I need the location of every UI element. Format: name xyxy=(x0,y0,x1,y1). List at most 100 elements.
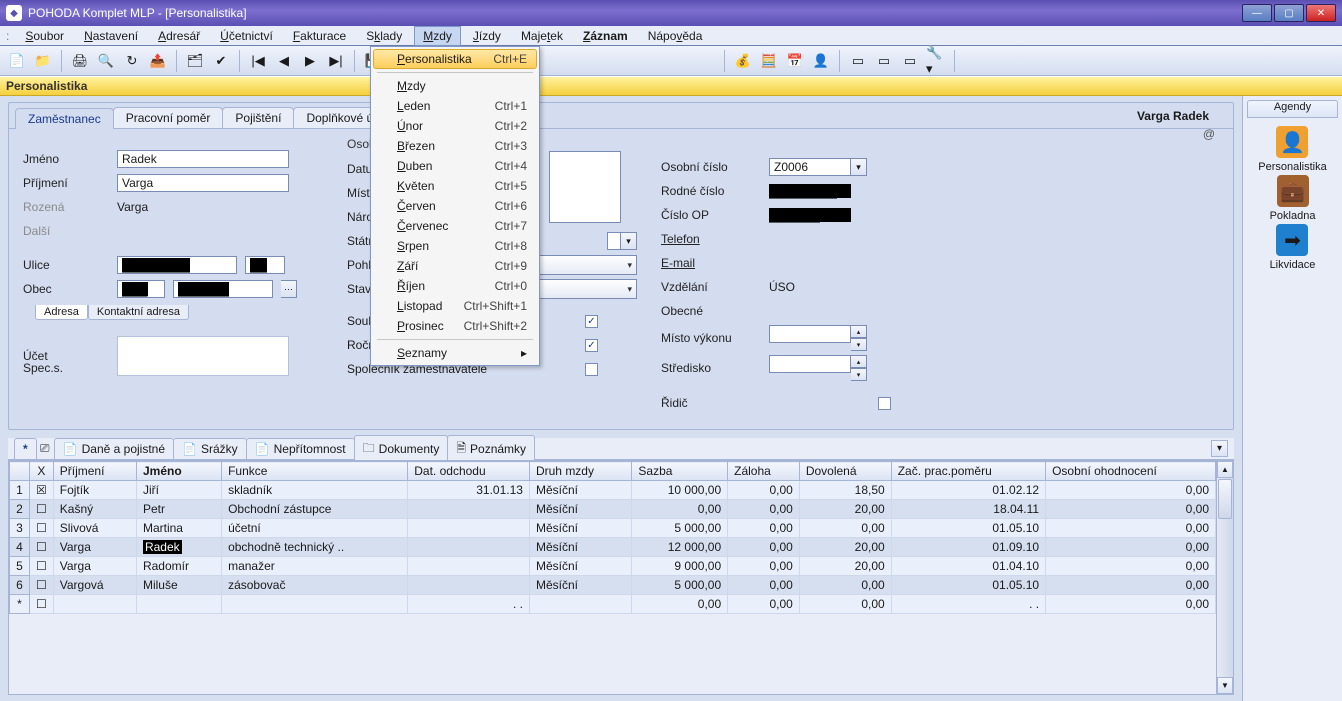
input-obec[interactable]: ██████ xyxy=(173,280,273,298)
menu-item-listopad[interactable]: ListopadCtrl+Shift+1 xyxy=(373,296,537,316)
detail-tab-dokumenty[interactable]: 🗀Dokumenty xyxy=(354,435,449,463)
agenda-item-personalistika[interactable]: 👤Personalistika xyxy=(1258,126,1326,173)
menu-napoveda[interactable]: Nápověda xyxy=(640,27,711,45)
col-Zač. prac.poměru[interactable]: Zač. prac.poměru xyxy=(891,462,1045,481)
detail-tab-srazky[interactable]: 📄Srážky xyxy=(173,438,247,459)
toolbar-money-icon[interactable]: 💰 xyxy=(732,50,754,72)
col-Dat. odchodu[interactable]: Dat. odchodu xyxy=(408,462,530,481)
col-Funkce[interactable]: Funkce xyxy=(222,462,408,481)
col-Dovolená[interactable]: Dovolená xyxy=(799,462,891,481)
input-jmeno[interactable]: Radek xyxy=(117,150,289,168)
col-Jméno[interactable]: Jméno xyxy=(136,462,221,481)
menu-jizdy[interactable]: Jízdy xyxy=(465,27,509,45)
toolbar-win1-icon[interactable]: ▭ xyxy=(847,50,869,72)
col-rownum[interactable] xyxy=(10,462,30,481)
toolbar-win3-icon[interactable]: ▭ xyxy=(899,50,921,72)
menu-item-duben[interactable]: DubenCtrl+4 xyxy=(373,156,537,176)
photo-box[interactable] xyxy=(549,151,621,223)
menu-item-prosinec[interactable]: ProsinecCtrl+Shift+2 xyxy=(373,316,537,336)
btn-str-dn[interactable]: ▾ xyxy=(851,368,867,381)
tab-pracovni-pomer[interactable]: Pracovní poměr xyxy=(113,107,224,128)
col-Příjmení[interactable]: Příjmení xyxy=(53,462,136,481)
col-Záloha[interactable]: Záloha xyxy=(728,462,800,481)
maximize-button[interactable]: ▢ xyxy=(1274,4,1304,22)
table-row[interactable]: 3☐SlivováMartinaúčetníMěsíční5 000,000,0… xyxy=(10,519,1216,538)
btn-mv-dn[interactable]: ▾ xyxy=(851,338,867,351)
table-row[interactable]: 2☐KašnýPetrObchodní zástupceMěsíční0,000… xyxy=(10,500,1216,519)
btn-mv-up[interactable]: ▴ xyxy=(851,325,867,338)
toolbar-card-icon[interactable]: 🗂 xyxy=(184,50,206,72)
menu-item-říjen[interactable]: ŘíjenCtrl+0 xyxy=(373,276,537,296)
close-button[interactable]: ✕ xyxy=(1306,4,1336,22)
toolbar-export-icon[interactable]: 📤 xyxy=(147,50,169,72)
detail-tab-poznamky[interactable]: 🗎Poznámky xyxy=(447,435,535,463)
input-psc[interactable]: ███ xyxy=(117,280,165,298)
menu-mzdy[interactable]: Mzdy xyxy=(414,26,461,46)
table-row[interactable]: 6☐VargováMilušezásobovačMěsíční5 000,000… xyxy=(10,576,1216,595)
table-row[interactable]: *☐. .0,000,000,00. .0,00 xyxy=(10,595,1216,614)
table-row[interactable]: 1☒FojtíkJiřískladník31.01.13Měsíční10 00… xyxy=(10,481,1216,500)
btn-obec-lookup[interactable]: ⋯ xyxy=(281,280,297,298)
menu-majetek[interactable]: Majetek xyxy=(513,27,571,45)
agenda-item-pokladna[interactable]: 💼Pokladna xyxy=(1270,175,1316,222)
detail-tab-dane[interactable]: 📄Daně a pojistné xyxy=(54,438,174,459)
menu-item-seznamy[interactable]: Seznamy xyxy=(373,343,537,363)
input-ulice-cp[interactable]: ██ xyxy=(245,256,285,274)
addr-tab-kontaktni[interactable]: Kontaktní adresa xyxy=(88,305,189,320)
toolbar-nav-prev-icon[interactable]: ◀ xyxy=(273,50,295,72)
input-misto-vyk[interactable] xyxy=(769,325,851,343)
menu-zaznam[interactable]: Záznam xyxy=(575,27,636,45)
col-Druh mzdy[interactable]: Druh mzdy xyxy=(529,462,631,481)
menu-item-personalistika[interactable]: PersonalistikaCtrl+E xyxy=(373,49,537,69)
toolbar-check-icon[interactable]: ✔ xyxy=(210,50,232,72)
input-ulice[interactable]: ████████ xyxy=(117,256,237,274)
table-row[interactable]: 4☐VargaRadekobchodně technický ..Měsíční… xyxy=(10,538,1216,557)
menu-fakturace[interactable]: Fakturace xyxy=(285,27,354,45)
menu-item-leden[interactable]: LedenCtrl+1 xyxy=(373,96,537,116)
lbl-telefon[interactable]: Telefon xyxy=(661,232,761,246)
input-osobni-cislo[interactable]: Z0006 xyxy=(769,158,851,176)
chk-ridic[interactable] xyxy=(878,397,891,410)
input-prijmeni[interactable]: Varga xyxy=(117,174,289,192)
scroll-thumb[interactable] xyxy=(1218,479,1232,519)
col-Osobní ohodnocení[interactable]: Osobní ohodnocení xyxy=(1046,462,1216,481)
at-icon[interactable]: @ xyxy=(1203,127,1215,141)
minimize-button[interactable]: — xyxy=(1242,4,1272,22)
menu-item-září[interactable]: ZáříCtrl+9 xyxy=(373,256,537,276)
menu-item-srpen[interactable]: SrpenCtrl+8 xyxy=(373,236,537,256)
menu-nastaveni[interactable]: Nastavení xyxy=(76,27,146,45)
toolbar-preview-icon[interactable]: 🔍 xyxy=(95,50,117,72)
toolbar-print-icon[interactable]: 🖨 xyxy=(69,50,91,72)
toolbar-refresh-icon[interactable]: ↻ xyxy=(121,50,143,72)
toolbar-new-icon[interactable]: 📄 xyxy=(6,50,28,72)
toolbar-calendar-icon[interactable]: 📅 xyxy=(784,50,806,72)
chk-spolecnik[interactable] xyxy=(585,363,598,376)
toolbar-nav-first-icon[interactable]: |◀ xyxy=(247,50,269,72)
menu-item-březen[interactable]: BřezenCtrl+3 xyxy=(373,136,537,156)
scroll-up-icon[interactable]: ▲ xyxy=(1217,461,1233,478)
col-X[interactable]: X xyxy=(30,462,54,481)
toolbar-calc-icon[interactable]: 🧮 xyxy=(758,50,780,72)
menu-soubor[interactable]: Soubor xyxy=(17,27,72,45)
btn-str-up[interactable]: ▴ xyxy=(851,355,867,368)
lbl-email[interactable]: E-mail xyxy=(661,256,761,270)
menu-item-červen[interactable]: ČervenCtrl+6 xyxy=(373,196,537,216)
menu-item-mzdy[interactable]: Mzdy xyxy=(373,76,537,96)
toolbar-open-icon[interactable]: 📁 xyxy=(32,50,54,72)
detail-tab-nepritomnost[interactable]: 📄Nepřítomnost xyxy=(246,438,355,459)
addr-tab-adresa[interactable]: Adresa xyxy=(35,305,88,320)
scroll-down-icon[interactable]: ▼ xyxy=(1217,677,1233,694)
menu-item-únor[interactable]: ÚnorCtrl+2 xyxy=(373,116,537,136)
chk-souhlas[interactable] xyxy=(585,315,598,328)
menu-ucetnictvi[interactable]: Účetnictví xyxy=(212,27,281,45)
toolbar-nav-last-icon[interactable]: ▶| xyxy=(325,50,347,72)
col-Sazba[interactable]: Sazba xyxy=(632,462,728,481)
agenda-item-likvidace[interactable]: ➡Likvidace xyxy=(1270,224,1316,271)
tab-zamestnanec[interactable]: Zaměstnanec xyxy=(15,108,114,129)
menu-item-květen[interactable]: KvětenCtrl+5 xyxy=(373,176,537,196)
table-row[interactable]: 5☐VargaRadomírmanažerMěsíční9 000,000,00… xyxy=(10,557,1216,576)
chk-rocni[interactable] xyxy=(585,339,598,352)
menu-sklady[interactable]: Sklady xyxy=(358,27,410,45)
toolbar-win2-icon[interactable]: ▭ xyxy=(873,50,895,72)
filter-icon[interactable]: ⎚ xyxy=(36,441,54,456)
